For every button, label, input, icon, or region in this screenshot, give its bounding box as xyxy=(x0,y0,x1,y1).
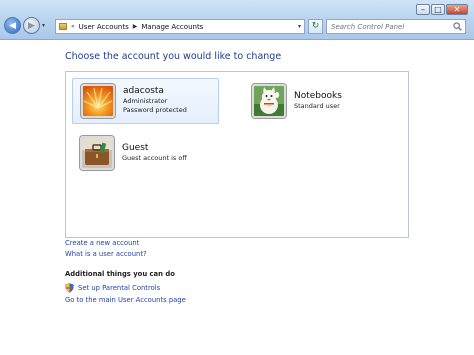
account-name: Notebooks xyxy=(294,90,342,101)
what-is-account-link[interactable]: What is a user account? xyxy=(65,250,186,258)
account-type: Standard user xyxy=(294,101,340,110)
search-input[interactable] xyxy=(331,20,451,33)
main-user-accounts-link[interactable]: Go to the main User Accounts page xyxy=(65,296,186,304)
address-dropdown-icon[interactable]: ▾ xyxy=(298,23,301,30)
flower-picture-icon xyxy=(81,84,115,118)
search-box[interactable] xyxy=(326,19,466,34)
back-button[interactable]: ◀ xyxy=(4,17,21,34)
control-panel-icon xyxy=(59,23,67,30)
account-status: Guest account is off xyxy=(122,153,187,162)
breadcrumb-user-accounts[interactable]: User Accounts xyxy=(79,23,129,31)
account-adacosta[interactable]: adacosta Administrator Password protecte… xyxy=(72,78,219,124)
window-controls: – □ ✕ xyxy=(416,4,468,15)
manage-accounts-window: – □ ✕ ◀ ▶ ▾ « User Accounts ▶ Manage Acc… xyxy=(0,0,474,355)
account-status: Password protected xyxy=(123,106,187,114)
window-chrome: – □ ✕ ◀ ▶ ▾ « User Accounts ▶ Manage Acc… xyxy=(0,0,474,40)
lucky-cat-picture-icon xyxy=(252,84,286,118)
account-text: Notebooks Standard user xyxy=(294,90,342,111)
account-name: adacosta xyxy=(123,86,164,96)
close-button[interactable]: ✕ xyxy=(446,4,468,15)
address-bar[interactable]: « User Accounts ▶ Manage Accounts ▾ xyxy=(55,19,305,34)
minimize-button[interactable]: – xyxy=(416,4,430,15)
account-text: adacosta Administrator Password protecte… xyxy=(123,87,187,115)
suitcase-picture-icon xyxy=(80,136,114,170)
forward-button[interactable]: ▶ xyxy=(23,17,40,34)
breadcrumb-chevron-icon[interactable]: « xyxy=(71,23,75,30)
recent-pages-dropdown[interactable]: ▾ xyxy=(42,22,45,29)
content-area: Choose the account you would like to cha… xyxy=(0,41,474,355)
refresh-button[interactable]: ↻ xyxy=(308,19,323,34)
breadcrumb-manage-accounts[interactable]: Manage Accounts xyxy=(141,23,203,31)
additional-things-heading: Additional things you can do xyxy=(65,270,175,278)
account-name: Guest xyxy=(122,142,149,153)
create-account-link[interactable]: Create a new account xyxy=(65,239,186,247)
security-shield-icon xyxy=(65,283,74,293)
account-type: Administrator xyxy=(123,97,168,105)
maximize-button[interactable]: □ xyxy=(431,4,445,15)
parental-controls-row: Set up Parental Controls xyxy=(65,283,186,293)
task-links: Create a new account What is a user acco… xyxy=(65,239,186,304)
accounts-list: adacosta Administrator Password protecte… xyxy=(65,71,409,238)
account-notebooks[interactable]: Notebooks Standard user xyxy=(244,78,394,124)
search-icon[interactable] xyxy=(453,22,462,31)
account-guest[interactable]: Guest Guest account is off xyxy=(72,130,219,176)
navigation-buttons: ◀ ▶ ▾ xyxy=(4,17,45,34)
parental-controls-link[interactable]: Set up Parental Controls xyxy=(78,284,160,292)
page-title: Choose the account you would like to cha… xyxy=(65,51,282,62)
account-text: Guest Guest account is off xyxy=(122,142,187,163)
breadcrumb-separator-icon[interactable]: ▶ xyxy=(133,23,138,30)
